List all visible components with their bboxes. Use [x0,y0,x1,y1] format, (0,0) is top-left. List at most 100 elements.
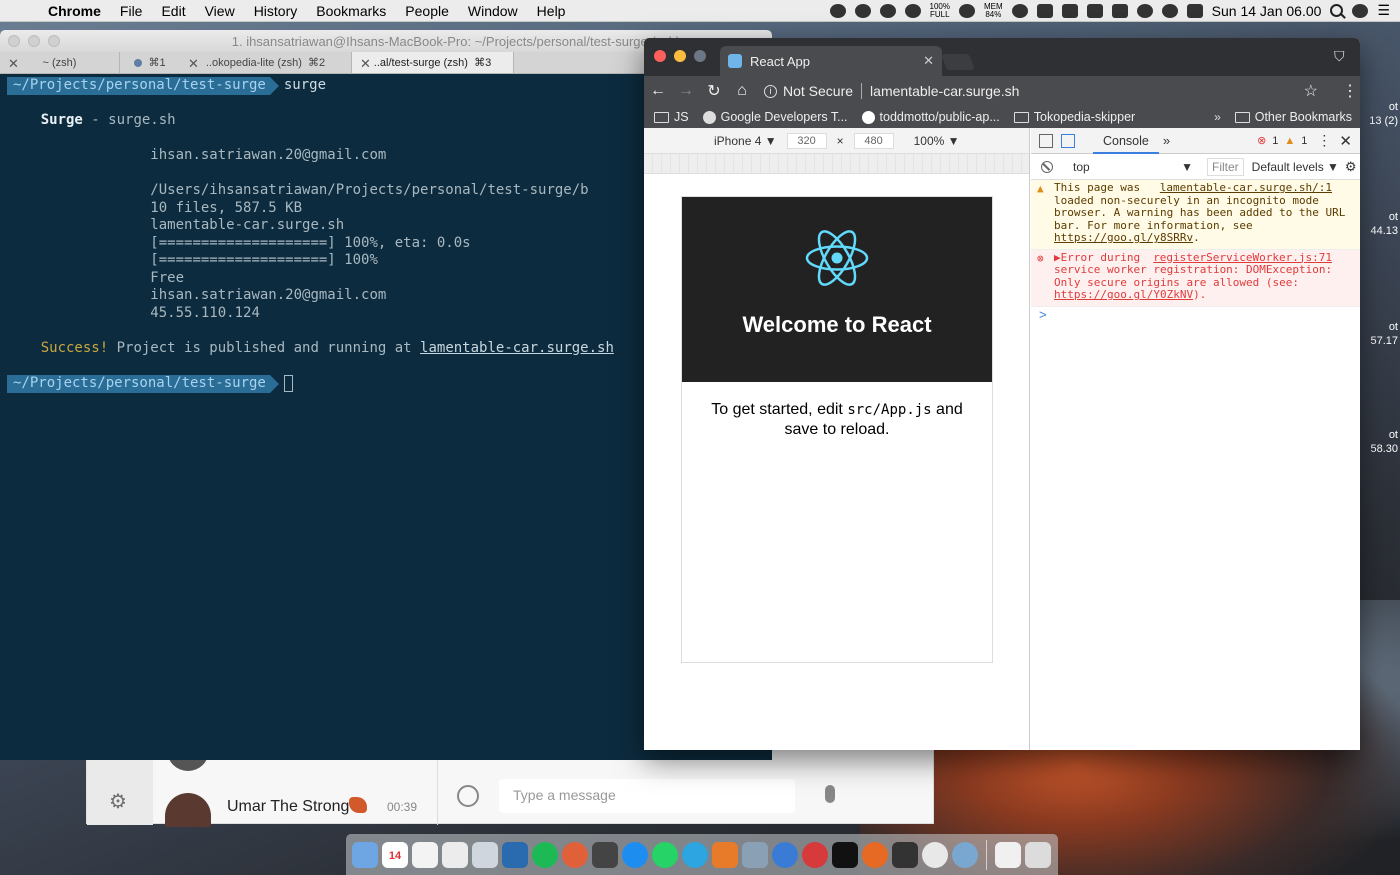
app-status-icon[interactable] [829,3,846,18]
apple-menu-icon[interactable] [20,3,34,19]
menu-edit[interactable]: Edit [161,3,185,19]
chat-contact-name[interactable]: Umar The Strong [227,798,349,816]
height-input[interactable]: 480 [853,132,894,149]
terminal-tab-2[interactable]: ✕ ..okopedia-lite (zsh) ⌘2 [180,52,352,73]
context-select[interactable]: top ▼ [1073,160,1193,174]
security-label[interactable]: Not Secure [783,83,853,99]
bookmark-toddmotto[interactable]: toddmotto/public-ap... [861,110,1000,124]
microphone-icon[interactable] [825,785,835,803]
flickr-icon[interactable] [802,841,828,868]
preview-icon[interactable] [472,841,498,868]
settings-gear-icon[interactable]: ⚙ [109,789,127,814]
spotify-icon[interactable] [532,841,558,868]
menu-bookmarks[interactable]: Bookmarks [316,3,386,19]
accessibility-icon[interactable] [1136,3,1153,18]
chat-status-icon[interactable] [854,3,871,18]
close-tab-icon[interactable]: ✕ [188,56,199,72]
menu-history[interactable]: History [254,3,298,19]
bookmark-google-developers[interactable]: Google Developers T... [702,110,848,124]
whatsapp-icon[interactable] [652,841,678,868]
bookmark-js[interactable]: JS [654,110,689,124]
forward-arrow-icon[interactable]: → [672,82,700,100]
finder-icon[interactable] [352,841,378,868]
battery-status[interactable]: 100% FULL [930,2,950,19]
downloads-folder-icon[interactable] [995,841,1021,868]
console-filter-input[interactable]: Filter [1207,157,1244,176]
chrome-icon[interactable] [922,841,948,868]
notes-icon[interactable] [412,841,438,868]
reload-icon[interactable]: ↻ [700,81,728,101]
console-prompt[interactable]: > [1031,307,1360,322]
visual-studio-code-icon[interactable] [502,841,528,868]
warning-help-link[interactable]: https://goo.gl/y8SRRv [1054,231,1193,244]
address-bar[interactable]: i Not Secure lamentable-car.surge.sh ☆ [764,79,1334,103]
eye-status-icon[interactable] [959,3,975,18]
width-input[interactable]: 320 [786,132,827,149]
error-help-link[interactable]: https://goo.gl/Y0ZkNV [1054,288,1193,301]
emoji-icon[interactable] [457,785,479,807]
zoom-select[interactable]: 100% ▼ [914,134,960,148]
close-tab-icon[interactable]: ✕ [360,56,371,72]
avatar-status-icon[interactable] [879,3,896,18]
tab-console[interactable]: Console [1093,128,1159,154]
iterm-icon[interactable] [892,841,918,868]
battery-icon[interactable] [1186,3,1203,18]
window-status-icon[interactable] [1086,3,1103,18]
menu-app-name[interactable]: Chrome [48,3,101,19]
bookmark-star-icon[interactable]: ☆ [1304,81,1318,101]
device-toolbar-icon[interactable] [1061,133,1075,148]
monitor-status-icon[interactable] [1111,3,1128,18]
sublime-text-icon[interactable] [592,841,618,868]
home-icon[interactable]: ⌂ [728,82,756,100]
notification-center-icon[interactable]: ☰ [1377,2,1390,19]
calendar-icon[interactable]: 14 [382,841,408,868]
reminders-icon[interactable] [442,841,468,868]
menu-view[interactable]: View [205,3,235,19]
close-devtools-icon[interactable]: ✕ [1339,132,1352,150]
message-input[interactable]: Type a message [499,779,795,813]
url-text[interactable]: lamentable-car.surge.sh [870,83,1019,99]
browser-tab-react-app[interactable]: React App ✕ [720,46,942,76]
hand-status-icon[interactable] [1036,3,1053,18]
close-tab-icon[interactable]: ✕ [8,56,19,72]
firefox-icon[interactable] [862,841,888,868]
git-tower-icon[interactable] [712,841,738,868]
wifi-icon[interactable] [1161,3,1178,18]
spotlight-search-icon[interactable] [1330,4,1344,17]
memory-status[interactable]: MEM 84% [984,2,1003,19]
bookmark-tokopedia-skipper[interactable]: Tokopedia-skipper [1013,110,1135,124]
bookmarks-overflow[interactable]: » Other Bookmarks [1214,110,1352,124]
trash-icon[interactable] [1025,841,1051,868]
menu-help[interactable]: Help [537,3,566,19]
siri-icon[interactable] [1352,3,1369,18]
gitkraken-icon[interactable] [952,841,978,868]
menu-window[interactable]: Window [468,3,518,19]
published-url-link[interactable]: lamentable-car.surge.sh [420,340,614,356]
devtools-menu-icon[interactable]: ⋮ [1317,132,1331,149]
telegram-icon[interactable] [682,841,708,868]
terminal-tab-1[interactable]: ✕ ~ (zsh) [0,52,120,73]
inspect-element-icon[interactable] [1039,133,1053,148]
avatar[interactable] [165,793,211,827]
close-button[interactable] [654,50,666,62]
new-tab-button[interactable] [941,54,975,70]
issue-counters[interactable]: ⊗ 1 ▲ 1 [1257,134,1307,148]
info-icon[interactable]: i [764,84,777,98]
back-arrow-icon[interactable]: ← [644,82,672,100]
menu-people[interactable]: People [405,3,449,19]
log-levels-select[interactable]: Default levels ▼ [1252,160,1339,174]
menu-file[interactable]: File [120,3,143,19]
safari-icon[interactable] [772,841,798,868]
postman-icon[interactable] [562,841,588,868]
app-store-icon[interactable] [622,841,648,868]
minimize-button[interactable] [674,50,686,62]
close-tab-icon[interactable]: ✕ [923,53,934,69]
terminal-tab-3[interactable]: ✕ ..al/test-surge (zsh) ⌘3 [352,52,514,73]
grid-status-icon[interactable] [1061,3,1078,18]
terminal-tab-1-shortcut[interactable]: ⌘1 [120,52,180,73]
device-select[interactable]: iPhone 4 ▼ [714,134,777,148]
menubar-clock[interactable]: Sun 14 Jan 06.00 [1212,3,1322,19]
chrome-menu-icon[interactable]: ⋮ [1340,81,1360,101]
clear-console-icon[interactable] [1041,160,1053,173]
shield-status-icon[interactable] [1011,3,1028,18]
